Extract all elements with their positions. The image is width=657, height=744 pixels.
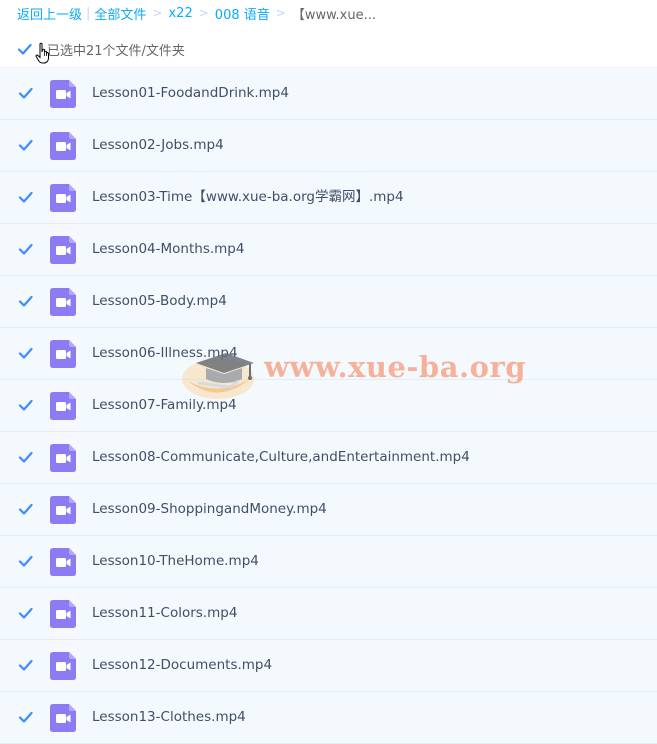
file-checkbox[interactable] (18, 86, 33, 101)
file-name-link[interactable]: Lesson05-Body.mp4 (92, 276, 227, 327)
video-file-icon (50, 184, 76, 212)
file-checkbox[interactable] (18, 294, 33, 309)
breadcrumb-current: 【www.xue... (291, 7, 376, 23)
file-name-link[interactable]: Lesson08-Communicate,Culture,andEntertai… (92, 432, 470, 483)
file-checkbox[interactable] (18, 346, 33, 361)
file-list: Lesson01-FoodandDrink.mp4 Lesson02-Jobs.m… (0, 67, 657, 744)
video-file-icon (50, 444, 76, 472)
file-checkbox[interactable] (18, 242, 33, 257)
video-file-icon (50, 600, 76, 628)
file-row[interactable]: Lesson11-Colors.mp4 (0, 588, 657, 640)
file-checkbox[interactable] (18, 554, 33, 569)
file-checkbox[interactable] (18, 502, 33, 517)
file-row[interactable]: Lesson09-ShoppingandMoney.mp4 (0, 484, 657, 536)
file-name-link[interactable]: Lesson06-Illness.mp4 (92, 328, 238, 379)
file-name-link[interactable]: Lesson04-Months.mp4 (92, 224, 244, 275)
video-file-icon (50, 340, 76, 368)
file-row[interactable]: Lesson01-FoodandDrink.mp4 (0, 67, 657, 120)
file-row[interactable]: Lesson04-Months.mp4 (0, 224, 657, 276)
video-file-icon (50, 704, 76, 732)
file-checkbox[interactable] (18, 190, 33, 205)
breadcrumb-item-x22[interactable]: x22 (168, 6, 192, 21)
file-name-link[interactable]: Lesson01-FoodandDrink.mp4 (92, 68, 289, 119)
video-file-icon (50, 652, 76, 680)
breadcrumb-item-008[interactable]: 008 语音 (215, 4, 270, 23)
breadcrumb-separator: | (86, 5, 91, 21)
all-files-link[interactable]: 全部文件 (94, 4, 146, 23)
file-name-link[interactable]: Lesson12-Documents.mp4 (92, 640, 272, 691)
chevron-right-icon: > (152, 6, 163, 20)
file-name-link[interactable]: Lesson10-TheHome.mp4 (92, 536, 259, 587)
file-row[interactable]: Lesson05-Body.mp4 (0, 276, 657, 328)
file-name-link[interactable]: Lesson11-Colors.mp4 (92, 588, 237, 639)
file-checkbox[interactable] (18, 658, 33, 673)
video-file-icon (50, 80, 76, 108)
video-file-icon (50, 548, 76, 576)
file-name-link[interactable]: Lesson03-Time【www.xue-ba.org学霸网】.mp4 (92, 172, 404, 223)
file-row[interactable]: Lesson12-Documents.mp4 (0, 640, 657, 692)
selection-bar: 已选中21个文件/文件夹 (17, 38, 185, 64)
selection-count-label: 已选中21个文件/文件夹 (47, 43, 185, 59)
file-row[interactable]: Lesson06-Illness.mp4 (0, 328, 657, 380)
file-row[interactable]: Lesson08-Communicate,Culture,andEntertai… (0, 432, 657, 484)
chevron-right-icon: > (198, 6, 209, 20)
file-row[interactable]: Lesson10-TheHome.mp4 (0, 536, 657, 588)
file-checkbox[interactable] (18, 398, 33, 413)
chevron-right-icon: > (275, 6, 286, 20)
file-name-link[interactable]: Lesson13-Clothes.mp4 (92, 692, 246, 743)
file-row[interactable]: Lesson07-Family.mp4 (0, 380, 657, 432)
file-name-link[interactable]: Lesson02-Jobs.mp4 (92, 120, 224, 171)
select-all-checkbox[interactable] (17, 42, 32, 57)
video-file-icon (50, 496, 76, 524)
file-row[interactable]: Lesson13-Clothes.mp4 (0, 692, 657, 744)
file-checkbox[interactable] (18, 450, 33, 465)
file-name-link[interactable]: Lesson07-Family.mp4 (92, 380, 237, 431)
file-checkbox[interactable] (18, 606, 33, 621)
video-file-icon (50, 132, 76, 160)
file-row[interactable]: Lesson03-Time【www.xue-ba.org学霸网】.mp4 (0, 172, 657, 224)
file-name-link[interactable]: Lesson09-ShoppingandMoney.mp4 (92, 484, 327, 535)
video-file-icon (50, 392, 76, 420)
video-file-icon (50, 236, 76, 264)
file-checkbox[interactable] (18, 710, 33, 725)
hand-cursor-icon (35, 42, 49, 64)
file-row[interactable]: Lesson02-Jobs.mp4 (0, 120, 657, 172)
breadcrumb: 返回上一级 | 全部文件 > x22 > 008 语音 > 【www.xue..… (17, 4, 376, 23)
video-file-icon (50, 288, 76, 316)
back-link[interactable]: 返回上一级 (17, 4, 82, 23)
file-checkbox[interactable] (18, 138, 33, 153)
